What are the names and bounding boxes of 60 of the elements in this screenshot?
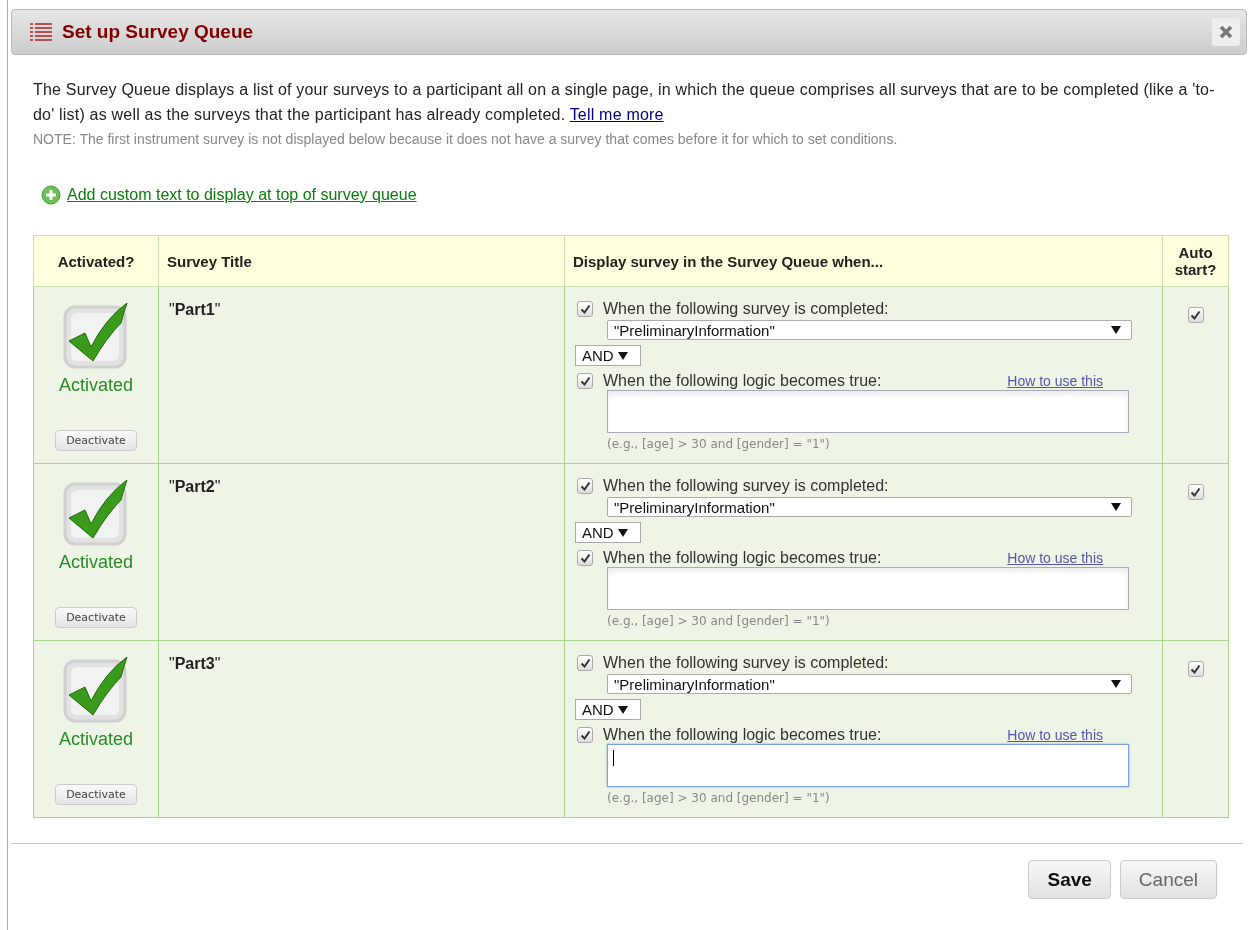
- deactivate-button[interactable]: Deactivate: [55, 430, 137, 451]
- how-to-use-link[interactable]: How to use this: [1007, 373, 1103, 389]
- plus-icon: [41, 185, 61, 205]
- survey-title: "Part2": [169, 478, 221, 496]
- how-to-use-link[interactable]: How to use this: [1007, 550, 1103, 566]
- caret-icon: [617, 351, 628, 360]
- deactivate-button[interactable]: Deactivate: [55, 607, 137, 628]
- caret-icon: [1111, 680, 1121, 688]
- operator-select[interactable]: AND: [575, 522, 641, 543]
- caret-icon: [617, 528, 628, 537]
- logic-input-field[interactable]: [607, 390, 1129, 433]
- condition-label: When the following logic becomes true:: [603, 549, 882, 567]
- condition-label: When the following survey is completed:: [603, 654, 889, 672]
- example-text: (e.g., [age] > 30 and [gender] = "1"): [607, 614, 831, 628]
- checkbox[interactable]: [577, 550, 593, 566]
- checkbox[interactable]: [577, 478, 593, 494]
- survey-title: "Part3": [169, 655, 221, 673]
- status-text: Activated: [58, 729, 133, 750]
- operator-select[interactable]: AND: [575, 345, 641, 366]
- logic-input-field[interactable]: [607, 567, 1129, 610]
- note-text: NOTE: The first instrument survey is not displayed below because it does not have a survey that comes before it for which to set conditions.: [33, 131, 899, 147]
- checkbox[interactable]: [577, 727, 593, 743]
- condition-label: When the following survey is completed:: [603, 300, 889, 318]
- example-text: (e.g., [age] > 30 and [gender] = "1"): [607, 437, 831, 451]
- checkbox[interactable]: [577, 373, 593, 389]
- operator-select[interactable]: AND: [575, 699, 641, 720]
- checkbox[interactable]: [577, 301, 593, 317]
- close-icon: [1219, 25, 1233, 39]
- caret-icon: [617, 705, 628, 714]
- intro-paragraph: The Survey Queue displays a list of your surveys to a participant all on a single page, in which the queue comprises all surveys that are to be completed (like a 'to-do' list) as well as the surveys that the participant has already completed. Tell me more: [33, 80, 1216, 125]
- checkbox[interactable]: [1187, 307, 1204, 323]
- column-header: Display survey in the Survey Queue when...: [564, 235, 1163, 287]
- condition-label: When the following logic becomes true:: [603, 726, 882, 744]
- add-custom-text-link[interactable]: Add custom text to display at top of survey queue: [67, 186, 417, 204]
- example-text: (e.g., [age] > 30 and [gender] = "1"): [607, 791, 831, 805]
- column-header: Activated?: [33, 235, 159, 287]
- how-to-use-link[interactable]: How to use this: [1007, 727, 1103, 743]
- cancel-button[interactable]: Cancel: [1119, 860, 1217, 899]
- column-header: Auto start?: [1162, 235, 1229, 287]
- tell-me-more-link[interactable]: Tell me more: [569, 106, 664, 123]
- save-button[interactable]: Save: [1028, 860, 1111, 899]
- checkbox[interactable]: [1187, 661, 1204, 677]
- caret-icon: [1111, 326, 1121, 334]
- checkbox[interactable]: [1187, 484, 1204, 500]
- deactivate-button[interactable]: Deactivate: [55, 784, 137, 805]
- logic-input-field[interactable]: [607, 744, 1129, 787]
- list-icon: [30, 23, 52, 41]
- condition-label: When the following logic becomes true:: [603, 372, 882, 390]
- survey-select[interactable]: "PreliminaryInformation": [607, 674, 1132, 694]
- close-button[interactable]: [1212, 18, 1240, 46]
- status-text: Activated: [58, 375, 133, 396]
- status-text: Activated: [58, 552, 133, 573]
- column-header: Survey Title: [158, 235, 565, 287]
- caret-icon: [1111, 503, 1121, 511]
- survey-title: "Part1": [169, 301, 221, 319]
- dialog-title: Set up Survey Queue: [62, 21, 255, 43]
- survey-select[interactable]: "PreliminaryInformation": [607, 497, 1132, 517]
- survey-select[interactable]: "PreliminaryInformation": [607, 320, 1132, 340]
- checkbox[interactable]: [577, 655, 593, 671]
- condition-label: When the following survey is completed:: [603, 477, 889, 495]
